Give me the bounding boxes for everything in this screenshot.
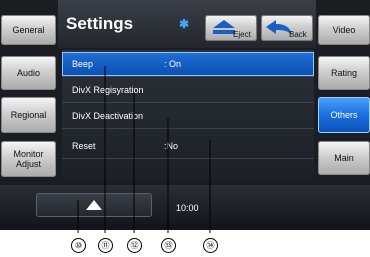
callout-13: ⑬ xyxy=(161,238,176,253)
menu-regional-button[interactable]: Regional xyxy=(1,97,56,133)
menu-main-button[interactable]: Main xyxy=(318,141,370,175)
screen: General Audio Regional Monitor Adjust Se… xyxy=(0,0,370,230)
menu-main-label: Main xyxy=(334,153,354,163)
clock: 10:00 xyxy=(176,203,199,213)
eject-button[interactable]: Eject xyxy=(205,15,257,41)
setting-row-divx-registration[interactable]: DivX Regisyration xyxy=(62,78,314,103)
menu-video-button[interactable]: Video xyxy=(318,15,370,45)
menu-rating-button[interactable]: Rating xyxy=(318,56,370,90)
setting-label: Reset xyxy=(72,141,96,151)
back-label: Back xyxy=(289,30,307,39)
menu-rating-label: Rating xyxy=(330,68,357,78)
callout-14: ⑭ xyxy=(203,238,218,253)
menu-video-label: Video xyxy=(332,25,356,35)
setting-row-divx-deactivation[interactable]: DivX Deactivation xyxy=(62,104,314,129)
menu-others-label: Others xyxy=(330,110,358,120)
menu-monitor-adjust-button[interactable]: Monitor Adjust xyxy=(1,141,56,177)
menu-general-button[interactable]: General xyxy=(1,15,56,45)
callout-12: ⑫ xyxy=(127,238,142,253)
setting-label: DivX Regisyration xyxy=(72,85,144,95)
open-panel-button[interactable] xyxy=(36,193,152,217)
menu-audio-label: Audio xyxy=(16,68,41,78)
setting-label: Beep xyxy=(72,59,94,69)
back-button[interactable]: Back xyxy=(261,15,313,41)
setting-value: :No xyxy=(164,141,179,151)
menu-regional-label: Regional xyxy=(10,110,47,120)
setting-row-reset[interactable]: Reset :No xyxy=(62,134,314,159)
menu-others-button[interactable]: Others xyxy=(318,97,370,133)
setting-value: : On xyxy=(164,59,182,69)
page-title: Settings xyxy=(66,14,134,33)
menu-general-label: General xyxy=(12,25,45,35)
bluetooth-icon: ✱ xyxy=(178,17,190,31)
setting-row-beep[interactable]: Beep : On xyxy=(62,52,314,77)
eject-label: Eject xyxy=(233,30,251,39)
callout-10: ⑩ xyxy=(71,238,86,253)
setting-label: DivX Deactivation xyxy=(72,111,144,121)
settings-list: Beep : On DivX Regisyration DivX Deactiv… xyxy=(62,50,314,178)
menu-audio-button[interactable]: Audio xyxy=(1,56,56,90)
menu-monitor-adjust-label: Monitor Adjust xyxy=(13,149,44,169)
callout-11: ⑪ xyxy=(98,238,113,253)
up-triangle-icon xyxy=(86,200,102,210)
